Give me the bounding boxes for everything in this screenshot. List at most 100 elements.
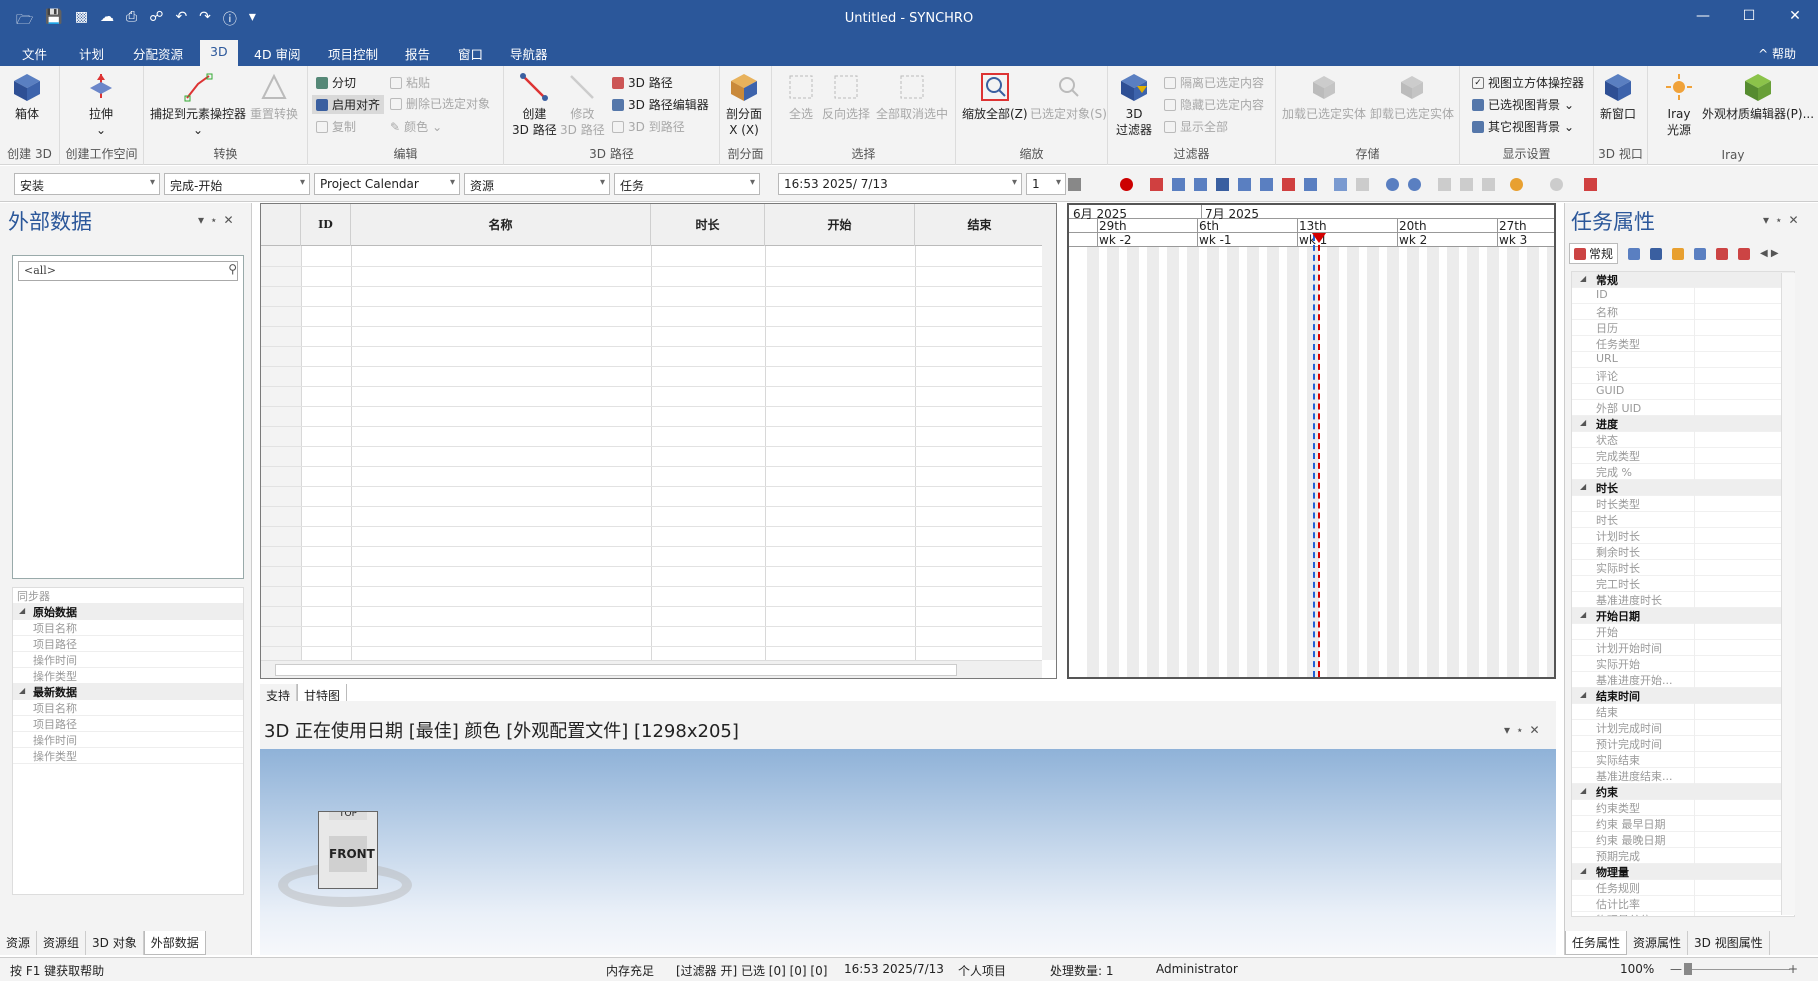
minimize-icon[interactable]: — bbox=[1680, 0, 1726, 32]
category-latest[interactable]: 最新数据 bbox=[13, 684, 243, 700]
modify-3d-path-button[interactable]: 修改3D 路径 bbox=[560, 72, 605, 138]
task-grid[interactable]: ID 名称 时长 开始 结束 bbox=[260, 203, 1057, 679]
col-end[interactable]: 结束 bbox=[915, 204, 1045, 246]
chain-icon[interactable] bbox=[1482, 178, 1495, 191]
grid-vscrollbar[interactable] bbox=[1042, 204, 1056, 660]
new-window-button[interactable]: 新窗口 bbox=[1600, 72, 1636, 122]
tab-report[interactable]: 报告 bbox=[405, 44, 430, 63]
property-row[interactable]: 预计完成时间 bbox=[1572, 736, 1794, 752]
3d-filter-button[interactable]: 3D过滤器 bbox=[1116, 72, 1152, 138]
camera-up-icon[interactable] bbox=[1386, 178, 1399, 191]
zoom-in-icon[interactable]: + bbox=[1788, 962, 1798, 976]
date-marker-icon[interactable] bbox=[1312, 233, 1326, 243]
extrude-button[interactable]: 拉伸⌄ bbox=[86, 72, 116, 138]
table-row[interactable] bbox=[261, 426, 1042, 427]
property-row[interactable]: 任务规则 bbox=[1572, 880, 1794, 896]
3d-view-controls[interactable]: ▾⋆✕ bbox=[1504, 723, 1546, 737]
property-row[interactable]: ID bbox=[1572, 288, 1794, 304]
property-row[interactable]: 完成类型 bbox=[1572, 448, 1794, 464]
panel-controls[interactable]: ▾⋆✕ bbox=[198, 213, 240, 227]
table-row[interactable] bbox=[261, 286, 1042, 287]
table-row[interactable] bbox=[261, 486, 1042, 487]
property-row[interactable]: 结束 bbox=[1572, 704, 1794, 720]
property-row[interactable]: 名称 bbox=[1572, 304, 1794, 320]
isolate-selected-button[interactable]: 隔离已选定内容 bbox=[1164, 74, 1264, 91]
section-plane-button[interactable]: 剖分面X (X) bbox=[726, 72, 762, 138]
tab-4d-review[interactable]: 4D 审阅 bbox=[254, 44, 301, 63]
grid-hscrollbar[interactable] bbox=[261, 660, 1042, 678]
current-date-line[interactable] bbox=[1318, 235, 1320, 677]
table-row[interactable] bbox=[261, 406, 1042, 407]
panel-controls[interactable]: ▾⋆✕ bbox=[1763, 213, 1805, 227]
loop-icon[interactable] bbox=[1304, 178, 1317, 191]
calendar-icon[interactable] bbox=[1068, 178, 1081, 191]
align-button[interactable]: 启用对齐 bbox=[312, 95, 384, 114]
hide-selected-button[interactable]: 隐藏已选定内容 bbox=[1164, 96, 1264, 113]
col-id[interactable]: ID bbox=[301, 204, 351, 246]
3d-path-button[interactable]: 3D 路径 bbox=[612, 74, 673, 91]
play-icon[interactable] bbox=[1238, 178, 1251, 191]
refresh-icon[interactable] bbox=[1550, 178, 1563, 191]
search-icon[interactable]: ⚲ bbox=[228, 262, 237, 276]
property-category[interactable]: 时长 bbox=[1572, 480, 1794, 496]
zoom-all-button[interactable]: 缩放全部(Z) bbox=[962, 72, 1028, 122]
prev-frame-icon[interactable] bbox=[1172, 178, 1185, 191]
color-button[interactable]: ✎颜色⌄ bbox=[390, 118, 442, 135]
appearance-tab-icon[interactable] bbox=[1672, 248, 1684, 260]
property-row[interactable]: 时长 bbox=[1572, 512, 1794, 528]
property-category[interactable]: 开始日期 bbox=[1572, 608, 1794, 624]
task-combo[interactable]: 任务 bbox=[614, 173, 760, 195]
tab-scroll-icon[interactable]: ◀ ▶ bbox=[1760, 248, 1779, 259]
auto-icon[interactable] bbox=[1584, 178, 1597, 191]
tab-3d[interactable]: 3D bbox=[200, 40, 238, 66]
property-row[interactable]: 基准进度时长 bbox=[1572, 592, 1794, 608]
property-row[interactable]: 实际结束 bbox=[1572, 752, 1794, 768]
external-data-tree[interactable]: <all> ⚲ bbox=[12, 255, 244, 579]
property-category[interactable]: 进度 bbox=[1572, 416, 1794, 432]
stop-icon[interactable] bbox=[1216, 178, 1229, 191]
tab-navigator[interactable]: 导航器 bbox=[510, 44, 548, 63]
tab-external-data[interactable]: 外部数据 bbox=[144, 931, 206, 955]
unlink-icon[interactable] bbox=[1460, 178, 1473, 191]
property-row[interactable]: 外部 UID bbox=[1572, 400, 1794, 416]
tab-3d-view-properties[interactable]: 3D 视图属性 bbox=[1688, 931, 1770, 955]
reset-transform-button[interactable]: 重置转换 bbox=[250, 72, 298, 122]
tab-resource-properties[interactable]: 资源属性 bbox=[1627, 931, 1688, 955]
unload-selected-button[interactable]: 卸载已选定实体 bbox=[1370, 72, 1454, 122]
tab-general[interactable]: 常规 bbox=[1569, 243, 1618, 264]
camera-down-icon[interactable] bbox=[1408, 178, 1421, 191]
property-row[interactable]: 实际开始 bbox=[1572, 656, 1794, 672]
property-row[interactable]: URL bbox=[1572, 352, 1794, 368]
table-row[interactable] bbox=[261, 606, 1042, 607]
property-row[interactable]: 约束 最晚日期 bbox=[1572, 832, 1794, 848]
split-button[interactable]: 分切 bbox=[316, 74, 356, 91]
table-row[interactable] bbox=[261, 346, 1042, 347]
invert-select-button[interactable]: 反向选择 bbox=[822, 72, 870, 122]
gantt-chart[interactable]: 6月 2025 7月 2025 29thwk -26thwk -113thwk … bbox=[1067, 203, 1556, 679]
first-frame-icon[interactable] bbox=[1150, 178, 1163, 191]
record-mode-icon[interactable] bbox=[1356, 178, 1369, 191]
help-button[interactable]: ^ 帮助 bbox=[1758, 45, 1796, 62]
property-grid[interactable]: 常规ID名称日历任务类型URL评论GUID外部 UID进度状态完成类型完成 %时… bbox=[1571, 271, 1795, 917]
table-row[interactable] bbox=[261, 546, 1042, 547]
property-row[interactable]: 实际时长 bbox=[1572, 560, 1794, 576]
view-cube-toggle[interactable]: ✓视图立方体操控器 bbox=[1472, 74, 1584, 91]
material-editor-button[interactable]: 外观材质编辑器(P)... bbox=[1700, 72, 1816, 122]
tab-task-properties[interactable]: 任务属性 bbox=[1565, 931, 1627, 955]
table-row[interactable] bbox=[261, 446, 1042, 447]
resource-combo[interactable]: 资源 bbox=[464, 173, 610, 195]
resources-tab-icon[interactable] bbox=[1650, 248, 1662, 260]
property-category[interactable]: 物理量 bbox=[1572, 864, 1794, 880]
property-row[interactable]: 完工时长 bbox=[1572, 576, 1794, 592]
maximize-icon[interactable]: ☐ bbox=[1726, 0, 1772, 32]
filter-input[interactable]: <all> bbox=[18, 261, 238, 281]
link-tab-icon[interactable] bbox=[1628, 248, 1640, 260]
property-row[interactable]: 计划开始时间 bbox=[1572, 640, 1794, 656]
step-spinner[interactable]: 1 bbox=[1026, 173, 1066, 195]
load-selected-button[interactable]: 加载已选定实体 bbox=[1282, 72, 1366, 122]
property-row[interactable]: 约束类型 bbox=[1572, 800, 1794, 816]
property-row[interactable]: 基准进度结束... bbox=[1572, 768, 1794, 784]
iray-light-button[interactable]: Iray光源 bbox=[1664, 72, 1694, 138]
zoom-selected-button[interactable]: 已选定对象(S) bbox=[1030, 72, 1107, 122]
close-icon[interactable]: ✕ bbox=[1772, 0, 1818, 32]
